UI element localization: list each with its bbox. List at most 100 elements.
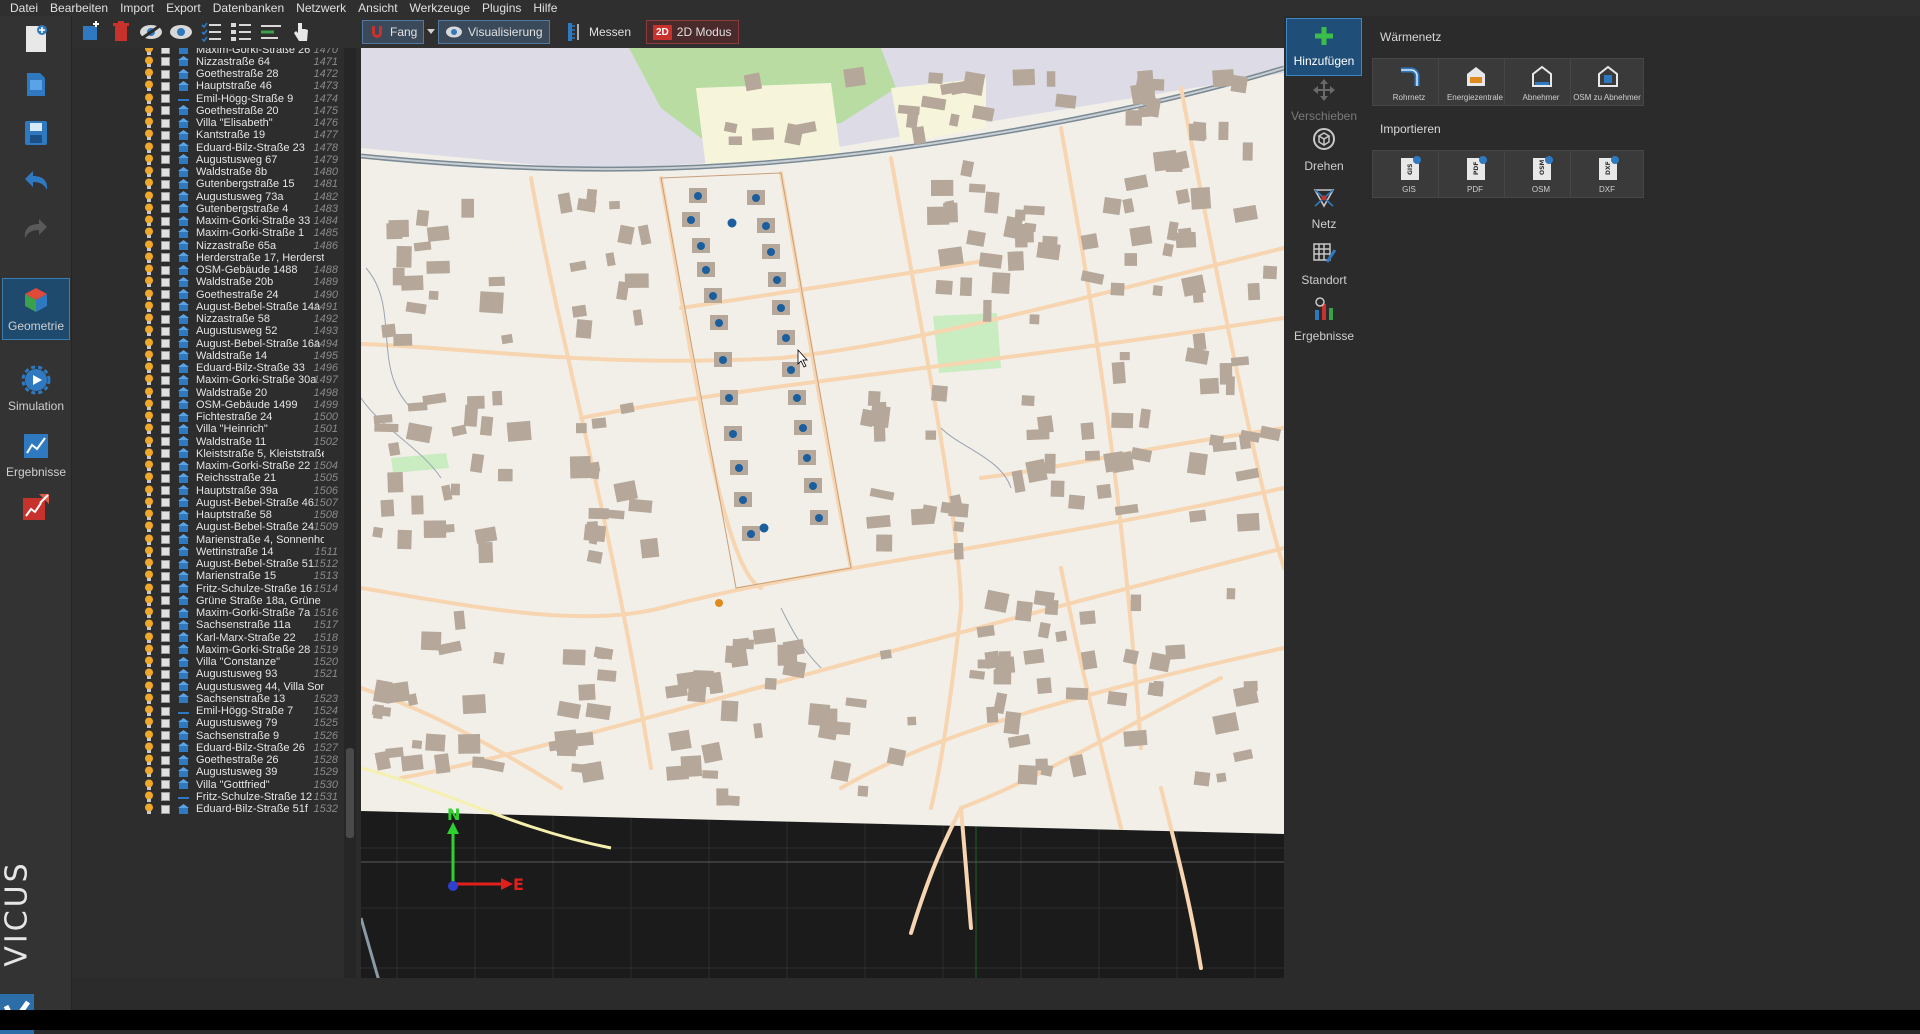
building-footprint[interactable]	[727, 795, 740, 806]
building-footprint[interactable]	[396, 245, 412, 268]
tree-row-checkbox[interactable]	[161, 69, 170, 79]
consumer-node[interactable]	[803, 454, 811, 462]
building-footprint[interactable]	[1247, 282, 1261, 301]
tree-row-checkbox[interactable]	[161, 437, 170, 446]
tree-row-checkbox[interactable]	[161, 669, 170, 679]
tree-row-checkbox[interactable]	[161, 167, 170, 177]
building-footprint[interactable]	[830, 760, 852, 782]
building-footprint[interactable]	[1029, 314, 1040, 325]
building-footprint[interactable]	[876, 534, 893, 552]
building-footprint[interactable]	[1102, 197, 1122, 216]
building-footprint[interactable]	[381, 323, 397, 338]
building-footprint[interactable]	[1230, 74, 1249, 94]
tree-row-checkbox[interactable]	[161, 216, 170, 226]
building-footprint[interactable]	[1015, 600, 1033, 622]
building-footprint[interactable]	[497, 468, 513, 482]
building-footprint[interactable]	[501, 333, 514, 345]
building-footprint[interactable]	[388, 442, 401, 457]
tree-row-checkbox[interactable]	[161, 755, 170, 765]
tree-row-checkbox[interactable]	[161, 633, 170, 642]
building-footprint[interactable]	[986, 706, 999, 723]
building-footprint[interactable]	[479, 415, 494, 436]
building-footprint[interactable]	[441, 523, 455, 533]
building-footprint[interactable]	[993, 669, 1012, 685]
building-footprint[interactable]	[1226, 588, 1236, 600]
building-footprint[interactable]	[434, 753, 451, 774]
tree-row-checkbox[interactable]	[161, 718, 170, 728]
consumer-node[interactable]	[747, 530, 755, 538]
building-footprint[interactable]	[575, 319, 593, 339]
building-footprint[interactable]	[1079, 610, 1096, 625]
building-footprint[interactable]	[571, 304, 587, 318]
energy-central-node[interactable]	[715, 599, 723, 607]
tree-row-checkbox[interactable]	[161, 522, 170, 532]
menu-item-werkzeuge[interactable]: Werkzeuge	[404, 0, 476, 16]
building-footprint[interactable]	[1036, 677, 1052, 695]
building-footprint[interactable]	[968, 183, 986, 194]
tree-row-checkbox[interactable]	[161, 265, 170, 275]
nav-standort-button[interactable]: Standort	[1286, 234, 1362, 292]
consumer-node[interactable]	[702, 266, 710, 274]
building-footprint[interactable]	[479, 291, 504, 314]
tree-row-checkbox[interactable]	[161, 559, 170, 569]
building-footprint[interactable]	[397, 529, 412, 550]
messen-button[interactable]: Messen	[560, 20, 637, 44]
consumer-node[interactable]	[782, 334, 790, 342]
menu-item-ansicht[interactable]: Ansicht	[352, 0, 403, 16]
consumer-node[interactable]	[687, 216, 695, 224]
consumer-node[interactable]	[777, 304, 785, 312]
building-footprint[interactable]	[930, 384, 948, 402]
building-footprint[interactable]	[467, 395, 485, 409]
consumer-node[interactable]	[793, 394, 801, 402]
consumer-node[interactable]	[767, 248, 775, 256]
building-footprint[interactable]	[1123, 729, 1148, 747]
menu-item-hilfe[interactable]: Hilfe	[527, 0, 563, 16]
building-footprint[interactable]	[1242, 142, 1253, 161]
building-footprint[interactable]	[1152, 285, 1163, 297]
tree-row-checkbox[interactable]	[161, 767, 170, 777]
building-footprint[interactable]	[879, 649, 892, 660]
building-footprint[interactable]	[983, 299, 992, 322]
building-footprint[interactable]	[1153, 680, 1164, 697]
tree-row-checkbox[interactable]	[161, 596, 170, 606]
building-footprint[interactable]	[628, 498, 653, 513]
tree-row-checkbox[interactable]	[161, 253, 170, 263]
building-footprint[interactable]	[1050, 480, 1065, 497]
building-footprint[interactable]	[425, 733, 446, 752]
building-footprint[interactable]	[1107, 690, 1128, 707]
tree-row-checkbox[interactable]	[161, 326, 170, 336]
building-footprint[interactable]	[591, 417, 607, 429]
tree-row-checkbox[interactable]	[161, 535, 170, 544]
tree-row-checkbox[interactable]	[161, 339, 170, 348]
building-footprint[interactable]	[400, 275, 424, 291]
building-footprint[interactable]	[569, 456, 591, 479]
fang-button[interactable]: Fang	[362, 20, 425, 44]
building-footprint[interactable]	[930, 179, 954, 196]
map-scene[interactable]: N E	[361, 48, 1284, 978]
building-footprint[interactable]	[1111, 361, 1126, 384]
building-footprint[interactable]	[1193, 771, 1211, 787]
tree-row-checkbox[interactable]	[161, 57, 170, 67]
building-footprint[interactable]	[668, 729, 692, 752]
building-footprint[interactable]	[428, 290, 439, 300]
tree-row-checkbox[interactable]	[161, 81, 170, 91]
consumer-node[interactable]	[809, 482, 817, 490]
tree-row-checkbox[interactable]	[161, 731, 170, 740]
building-footprint[interactable]	[1042, 235, 1058, 246]
tile-import-dxf[interactable]: DXF DXF	[1570, 150, 1644, 198]
nav-hinzufuegen-button[interactable]: Hinzufügen	[1286, 18, 1362, 76]
tree-row-checkbox[interactable]	[161, 608, 170, 618]
tile-osm-to-consumer[interactable]: OSM zu Abnehmer	[1570, 58, 1644, 106]
building-footprint[interactable]	[506, 420, 532, 442]
building-footprint[interactable]	[1219, 363, 1233, 385]
network-node[interactable]	[727, 218, 737, 228]
building-footprint[interactable]	[665, 765, 690, 781]
building-footprint[interactable]	[866, 514, 891, 529]
consumer-node[interactable]	[729, 430, 737, 438]
tree-row-checkbox[interactable]	[161, 241, 170, 250]
consumer-node[interactable]	[762, 222, 770, 230]
tree-row-checkbox[interactable]	[161, 804, 170, 814]
tile-energy-central[interactable]: Energiezentrale	[1438, 58, 1512, 106]
visualisierung-button[interactable]: Visualisierung	[438, 20, 550, 44]
building-footprint[interactable]	[751, 127, 775, 141]
